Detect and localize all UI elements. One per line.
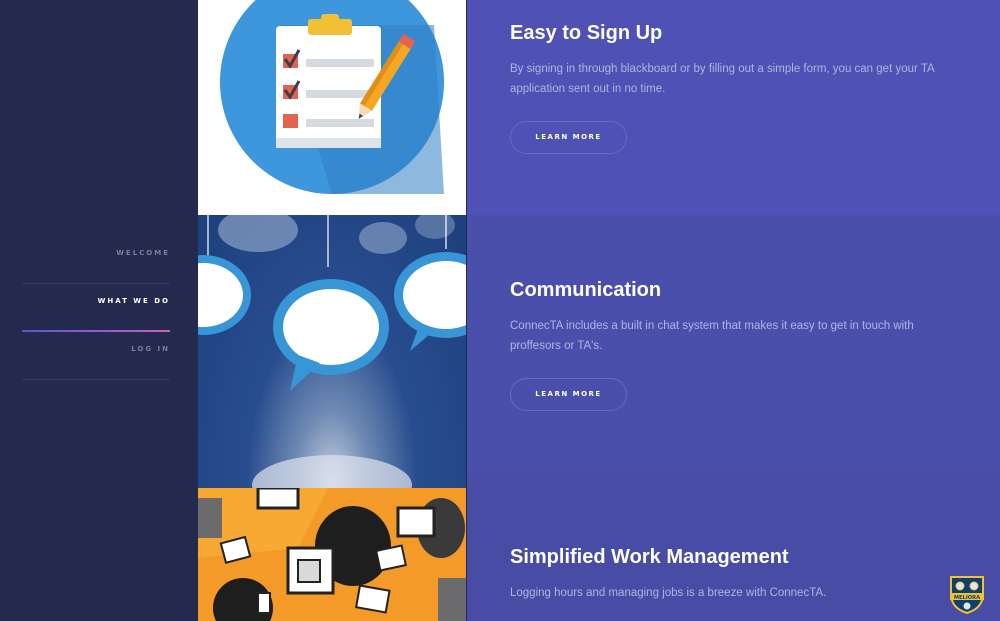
- nav-item-label: WHAT WE DO: [97, 297, 170, 305]
- office-workers-image: [198, 488, 466, 621]
- nav-item-log-in[interactable]: LOG IN: [22, 332, 170, 380]
- side-nav: WELCOME WHAT WE DO LOG IN: [22, 236, 170, 380]
- sidebar: WELCOME WHAT WE DO LOG IN: [0, 0, 198, 621]
- learn-more-button[interactable]: LEARN MORE: [510, 378, 627, 411]
- nav-item-welcome[interactable]: WELCOME: [22, 236, 170, 284]
- nav-item-what-we-do[interactable]: WHAT WE DO: [22, 284, 170, 332]
- office-workers-illustration: [198, 488, 466, 621]
- feature-communication: Communication ConnecTA includes a built …: [467, 215, 1000, 473]
- hanging-speech-bubbles-image: [198, 215, 466, 488]
- feature-description: By signing in through blackboard or by f…: [510, 63, 935, 95]
- feature-work-management: Simplified Work Management Logging hours…: [467, 473, 1000, 621]
- feature-description: ConnecTA includes a built in chat system…: [510, 320, 914, 352]
- feature-title: Communication: [510, 279, 662, 301]
- nav-divider: [22, 379, 170, 380]
- feature-description: Logging hours and managing jobs is a bre…: [510, 587, 827, 599]
- speech-bubbles-image: [198, 215, 466, 488]
- university-crest-badge[interactable]: MELIORA: [947, 574, 987, 619]
- learn-more-button[interactable]: LEARN MORE: [510, 121, 627, 154]
- university-crest-icon: MELIORA: [950, 576, 984, 615]
- feature-sign-up: Easy to Sign Up By signing in through bl…: [467, 0, 1000, 215]
- badge-motto: MELIORA: [954, 595, 980, 601]
- clipboard-checklist-icon: [220, 0, 444, 194]
- clipboard-image: [198, 0, 466, 215]
- nav-item-label: LOG IN: [131, 345, 170, 353]
- nav-item-label: WELCOME: [116, 249, 170, 257]
- feature-title: Simplified Work Management: [510, 546, 789, 568]
- feature-title: Easy to Sign Up: [510, 22, 663, 44]
